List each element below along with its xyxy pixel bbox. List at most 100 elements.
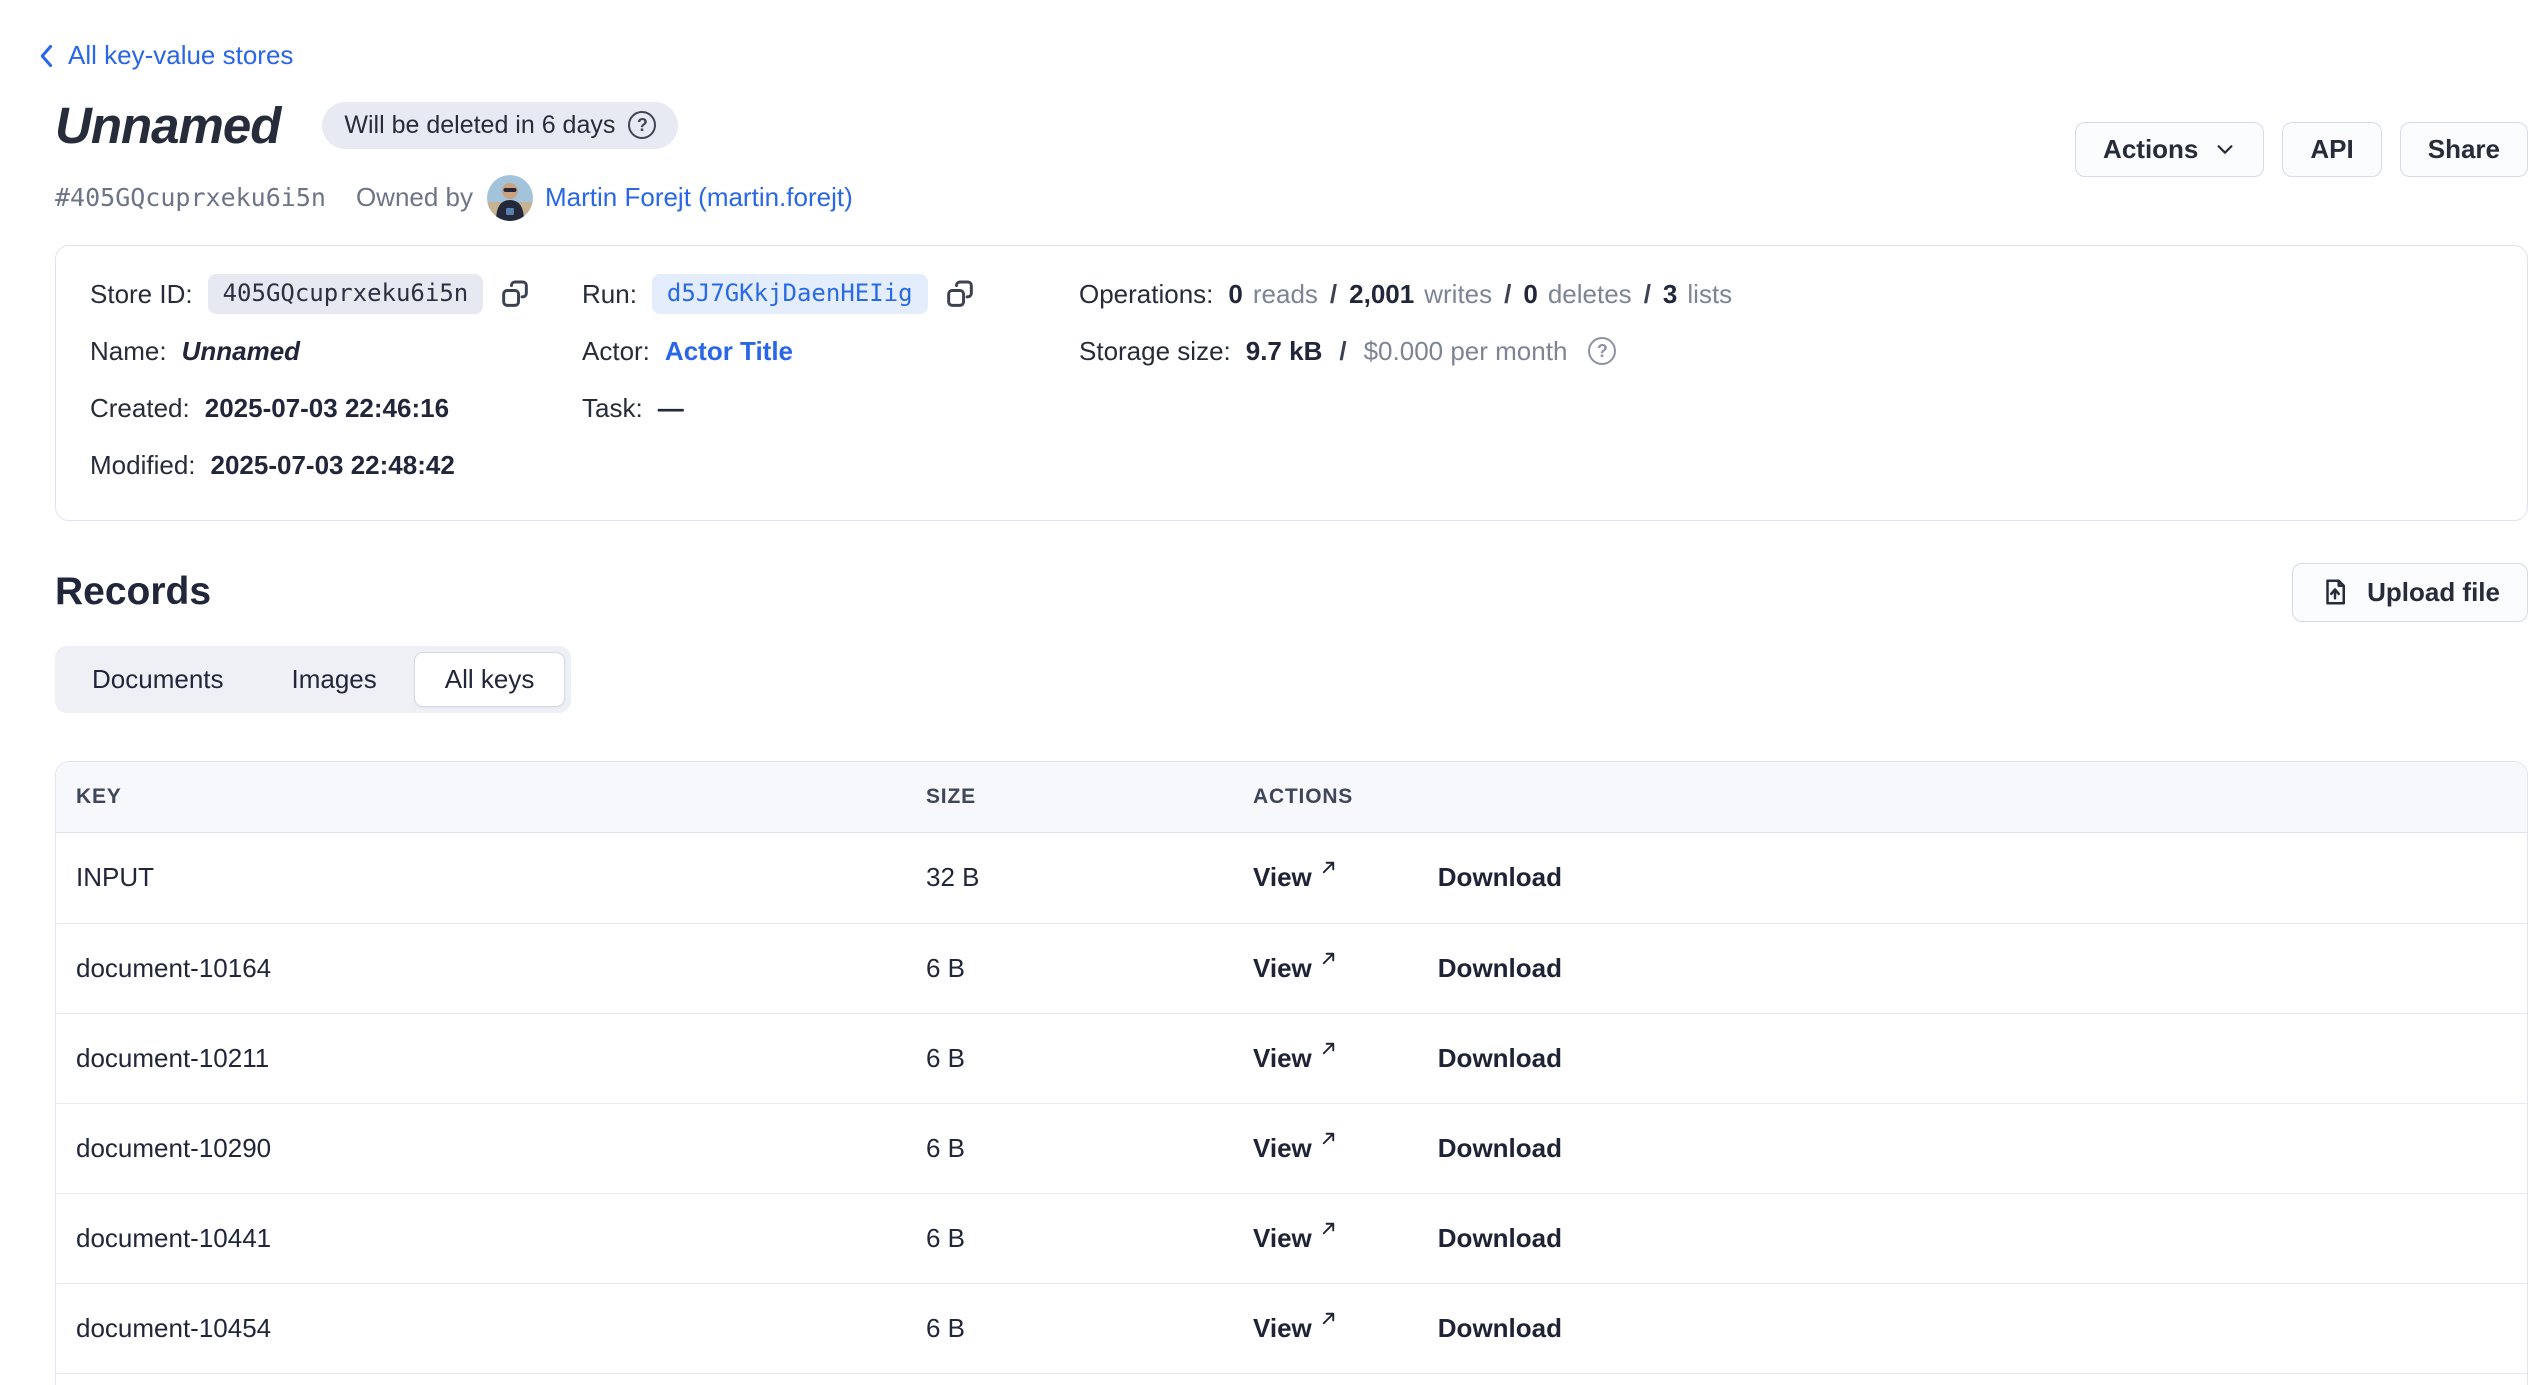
view-link[interactable]: View <box>1253 1133 1338 1164</box>
external-link-icon <box>1319 944 1338 975</box>
view-link-label: View <box>1253 1223 1312 1254</box>
external-link-icon <box>1319 1124 1338 1155</box>
operations-value: 0 <box>1523 279 1537 310</box>
table-row: INPUT 32 B View Download <box>56 833 2527 923</box>
view-link[interactable]: View <box>1253 1313 1338 1344</box>
help-icon[interactable] <box>628 111 656 139</box>
operations-values: 0reads/2,001writes/0deletes/3lists <box>1228 279 1732 310</box>
operations-separator: / <box>1502 279 1513 310</box>
download-link-label: Download <box>1438 862 1562 893</box>
created-row: Created: 2025-07-03 22:46:16 <box>90 380 582 437</box>
tab-images[interactable]: Images <box>261 652 408 707</box>
breadcrumb-row: All key-value stores <box>36 40 2528 74</box>
external-link-icon <box>1319 1034 1338 1065</box>
key-value-store-page: All key-value stores Unnamed Will be del… <box>0 0 2540 1385</box>
share-button[interactable]: Share <box>2400 122 2528 177</box>
breadcrumb[interactable]: All key-value stores <box>36 40 293 71</box>
deletion-badge: Will be deleted in 6 days <box>322 102 678 149</box>
external-link-icon <box>1319 853 1338 884</box>
records-header-row: Records Upload file <box>55 563 2528 622</box>
download-link[interactable]: Download <box>1438 862 1562 893</box>
table-body: INPUT 32 B View Download document-10164 … <box>56 833 2527 1385</box>
upload-file-button[interactable]: Upload file <box>2292 563 2528 622</box>
record-size: 6 B <box>926 1223 1231 1254</box>
download-link-label: Download <box>1438 1313 1562 1344</box>
table-row: document-10454 6 B View Download <box>56 1283 2527 1373</box>
run-chip[interactable]: d5J7GKkjDaenHEIig <box>652 274 928 315</box>
table-row: document-10211 6 B View Download <box>56 1013 2527 1103</box>
upload-file-label: Upload file <box>2367 577 2500 608</box>
records-heading: Records <box>55 570 211 614</box>
view-link[interactable]: View <box>1253 1043 1338 1074</box>
operations-value: 2,001 <box>1349 279 1414 310</box>
breadcrumb-label: All key-value stores <box>68 40 293 71</box>
download-link[interactable]: Download <box>1438 953 1562 984</box>
table-row-truncated <box>56 1373 2527 1385</box>
view-link[interactable]: View <box>1253 953 1338 984</box>
download-link[interactable]: Download <box>1438 1313 1562 1344</box>
title-line: Unnamed Will be deleted in 6 days <box>55 96 853 155</box>
storage-size-value: 9.7 kB <box>1246 336 1323 367</box>
view-link-label: View <box>1253 862 1312 893</box>
records-table: KEY SIZE ACTIONS INPUT 32 B View Downloa… <box>55 761 2528 1385</box>
download-link[interactable]: Download <box>1438 1043 1562 1074</box>
operations-separator: / <box>1642 279 1653 310</box>
record-key: document-10290 <box>76 1133 926 1164</box>
column-header-key: KEY <box>76 785 926 809</box>
storage-row: Storage size: 9.7 kB / $0.000 per month <box>1079 323 2497 380</box>
operations-value: 3 <box>1663 279 1677 310</box>
download-link-label: Download <box>1438 1133 1562 1164</box>
view-link-label: View <box>1253 1313 1312 1344</box>
download-link-label: Download <box>1438 953 1562 984</box>
storage-help-icon[interactable] <box>1588 337 1616 365</box>
view-link-label: View <box>1253 1043 1312 1074</box>
info-column-1: Store ID: 405GQcuprxeku6i5n Name: Unname… <box>90 266 582 494</box>
copy-store-id-button[interactable] <box>496 275 534 313</box>
record-key: document-10454 <box>76 1313 926 1344</box>
modified-row: Modified: 2025-07-03 22:48:42 <box>90 437 582 494</box>
run-label: Run: <box>582 279 637 310</box>
record-actions: View Download <box>1231 1313 2527 1344</box>
actor-row: Actor: Actor Title <box>582 323 1079 380</box>
download-link-label: Download <box>1438 1223 1562 1254</box>
tab-all-keys[interactable]: All keys <box>414 652 566 707</box>
name-row: Name: Unnamed <box>90 323 582 380</box>
info-column-3: Operations: 0reads/2,001writes/0deletes/… <box>1079 266 2497 494</box>
operations-unit: reads <box>1253 279 1318 310</box>
actor-link[interactable]: Actor Title <box>665 336 793 367</box>
table-header: KEY SIZE ACTIONS <box>56 762 2527 833</box>
api-button[interactable]: API <box>2282 122 2381 177</box>
store-hash: #405GQcuprxeku6i5n <box>55 183 326 212</box>
operations-unit: writes <box>1424 279 1492 310</box>
download-link[interactable]: Download <box>1438 1223 1562 1254</box>
store-info-card: Store ID: 405GQcuprxeku6i5n Name: Unname… <box>55 245 2528 521</box>
record-size: 6 B <box>926 1133 1231 1164</box>
copy-run-id-button[interactable] <box>941 275 979 313</box>
deletion-badge-label: Will be deleted in 6 days <box>344 111 615 140</box>
run-row: Run: d5J7GKkjDaenHEIig <box>582 266 1079 323</box>
record-size: 6 B <box>926 1043 1231 1074</box>
operations-value: 0 <box>1228 279 1242 310</box>
modified-label: Modified: <box>90 450 196 481</box>
download-link[interactable]: Download <box>1438 1133 1562 1164</box>
meta-line: #405GQcuprxeku6i5n Owned by <box>55 175 853 221</box>
operations-row: Operations: 0reads/2,001writes/0deletes/… <box>1079 266 2497 323</box>
view-link[interactable]: View <box>1253 862 1338 893</box>
external-link-icon <box>1319 1304 1338 1335</box>
actor-label: Actor: <box>582 336 650 367</box>
column-header-actions: ACTIONS <box>1231 785 2527 809</box>
record-size: 6 B <box>926 1313 1231 1344</box>
name-value: Unnamed <box>182 336 300 367</box>
task-value: — <box>658 393 684 424</box>
actions-button[interactable]: Actions <box>2075 122 2264 177</box>
record-actions: View Download <box>1231 1133 2527 1164</box>
operations-unit: lists <box>1687 279 1732 310</box>
record-size: 32 B <box>926 862 1231 893</box>
storage-label: Storage size: <box>1079 336 1231 367</box>
record-size: 6 B <box>926 953 1231 984</box>
owner-link[interactable]: Martin Forejt (martin.forejt) <box>545 182 853 213</box>
tab-documents[interactable]: Documents <box>61 652 255 707</box>
created-value: 2025-07-03 22:46:16 <box>205 393 449 424</box>
column-header-size: SIZE <box>926 785 1231 809</box>
view-link[interactable]: View <box>1253 1223 1338 1254</box>
